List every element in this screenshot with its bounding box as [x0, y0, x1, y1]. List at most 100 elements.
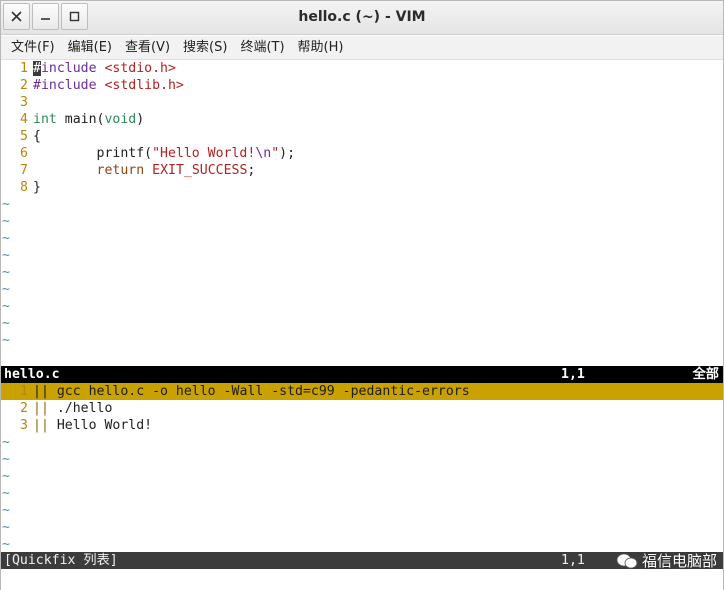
line-number: 2	[20, 78, 28, 93]
empty-line-marker: ~	[1, 281, 723, 298]
quickfix-line: 2 || ./hello	[1, 400, 723, 417]
line-number: 4	[20, 112, 28, 127]
tilde-marker: ~	[2, 197, 10, 212]
status-percent: 全部	[692, 367, 719, 382]
line-number: 7	[20, 163, 28, 178]
code-line: 8}	[1, 179, 723, 196]
tilde-marker: ~	[2, 435, 10, 450]
line-number: 3	[20, 418, 28, 433]
menu-help[interactable]: 帮助(H)	[292, 36, 350, 60]
quickfix-label: [Quickfix 列表]	[4, 553, 118, 568]
code-token: )	[136, 112, 145, 127]
quickfix-separator: ||	[33, 384, 49, 399]
watermark-text: 福信电脑部	[641, 552, 717, 570]
code-token: void	[104, 112, 137, 127]
code-line: 2 #include <stdlib.h>	[1, 77, 723, 94]
line-number: 3	[20, 95, 28, 110]
code-line: 4 int main(void)	[1, 111, 723, 128]
status-line-editor: hello.c 1,1 全部	[1, 366, 723, 383]
code-token: int	[33, 112, 57, 127]
code-line: 7 return EXIT_SUCCESS;	[1, 162, 723, 179]
vim-window: hello.c (~) - VIM 文件(F) 编辑(E) 查看(V) 搜索(S…	[0, 0, 724, 590]
text-cursor: #	[33, 61, 41, 76]
status-position: 1,1	[561, 367, 585, 382]
tilde-marker: ~	[2, 486, 10, 501]
empty-line-marker: ~	[1, 485, 723, 502]
quickfix-line: 1 || gcc hello.c -o hello -Wall -std=c99 …	[1, 383, 723, 400]
menu-bar: 文件(F) 编辑(E) 查看(V) 搜索(S) 终端(T) 帮助(H)	[1, 36, 723, 60]
tilde-marker: ~	[2, 282, 10, 297]
code-token: EXIT_SUCCESS	[152, 163, 248, 178]
empty-line-marker: ~	[1, 315, 723, 332]
tilde-marker: ~	[2, 316, 10, 331]
empty-line-marker: ~	[1, 247, 723, 264]
code-token: {	[33, 129, 41, 144]
line-number: 2	[20, 401, 28, 416]
tilde-marker: ~	[2, 469, 10, 484]
code-token: main(	[56, 112, 105, 127]
code-line: 1 #include <stdio.h>	[1, 60, 723, 77]
code-line: 6 printf("Hello World!\n");	[1, 145, 723, 162]
code-line: 3	[1, 94, 723, 111]
status-filename: hello.c	[4, 367, 60, 382]
code-token: return	[96, 163, 145, 178]
tilde-marker: ~	[2, 299, 10, 314]
empty-line-marker: ~	[1, 332, 723, 349]
tilde-marker: ~	[2, 265, 10, 280]
menu-view[interactable]: 查看(V)	[119, 36, 176, 60]
code-token: "	[271, 146, 280, 161]
quickfix-separator: ||	[33, 401, 49, 416]
title-bar[interactable]: hello.c (~) - VIM	[1, 1, 723, 35]
tilde-marker: ~	[2, 537, 10, 552]
watermark: 福信电脑部	[616, 550, 717, 571]
window-title: hello.c (~) - VIM	[298, 9, 426, 25]
tilde-marker: ~	[2, 452, 10, 467]
empty-line-marker: ~	[1, 536, 723, 553]
empty-line-marker: ~	[1, 434, 723, 451]
code-token: }	[33, 180, 41, 195]
line-number: 1	[20, 61, 28, 76]
tilde-marker: ~	[2, 520, 10, 535]
empty-line-marker: ~	[1, 230, 723, 247]
empty-line-marker: ~	[1, 196, 723, 213]
code-line: 5{	[1, 128, 723, 145]
tilde-marker: ~	[2, 231, 10, 246]
tilde-marker: ~	[2, 248, 10, 263]
tilde-marker: ~	[2, 333, 10, 348]
menu-terminal[interactable]: 终端(T)	[234, 36, 290, 60]
tilde-marker: ~	[2, 214, 10, 229]
code-token: <stdlib.h>	[104, 78, 184, 93]
empty-line-marker: ~	[1, 298, 723, 315]
code-token: ;	[247, 163, 256, 178]
menu-edit[interactable]: 编辑(E)	[62, 36, 118, 60]
menu-file[interactable]: 文件(F)	[5, 36, 61, 60]
empty-line-marker: ~	[1, 502, 723, 519]
line-number: 1	[20, 384, 28, 399]
menu-search[interactable]: 搜索(S)	[177, 36, 233, 60]
empty-line-marker: ~	[1, 519, 723, 536]
code-token: \n	[255, 146, 272, 161]
code-token: <stdio.h>	[104, 61, 176, 76]
quickfix-separator: ||	[33, 418, 49, 433]
empty-line-marker: ~	[1, 264, 723, 281]
code-token: #include	[33, 78, 105, 93]
code-token: include	[40, 61, 105, 76]
code-token: "Hello World!	[152, 146, 256, 161]
quickfix-text: Hello World!	[48, 418, 153, 433]
code-token: printf(	[33, 146, 153, 161]
line-number: 8	[20, 180, 28, 195]
empty-line-marker: ~	[1, 468, 723, 485]
line-number: 5	[20, 129, 28, 144]
tilde-marker: ~	[2, 503, 10, 518]
code-token: );	[279, 146, 296, 161]
status-line-quickfix: [Quickfix 列表] 1,1	[1, 552, 723, 569]
quickfix-text: ./hello	[48, 401, 113, 416]
editor-area[interactable]: hello.c 1,1 全部 [Quickfix 列表] 1,1 1 #inclu…	[1, 60, 723, 590]
quickfix-position: 1,1	[561, 553, 585, 568]
empty-line-marker: ~	[1, 451, 723, 468]
empty-line-marker: ~	[1, 213, 723, 230]
chat-bubble-icon	[616, 553, 638, 568]
quickfix-text: gcc hello.c -o hello -Wall -std=c99 -ped…	[48, 384, 470, 399]
